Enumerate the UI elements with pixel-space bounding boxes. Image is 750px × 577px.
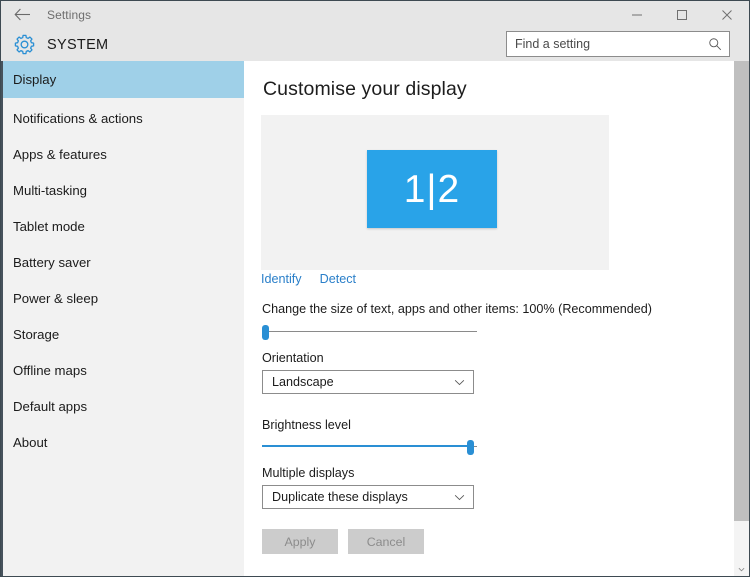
- sidebar: Display Notifications & actions Apps & f…: [1, 61, 244, 577]
- detect-link[interactable]: Detect: [320, 272, 356, 286]
- scale-label: Change the size of text, apps and other …: [262, 302, 652, 316]
- sidebar-item-power-sleep[interactable]: Power & sleep: [3, 280, 244, 316]
- orientation-label: Orientation: [262, 351, 324, 365]
- sidebar-item-default-apps[interactable]: Default apps: [3, 388, 244, 424]
- apply-button[interactable]: Apply: [262, 529, 338, 554]
- sidebar-item-label: Storage: [13, 327, 59, 342]
- sidebar-item-label: Tablet mode: [13, 219, 85, 234]
- vertical-scrollbar[interactable]: [734, 61, 749, 577]
- search-icon[interactable]: [708, 37, 722, 51]
- window-title: Settings: [47, 8, 91, 22]
- sidebar-item-label: Apps & features: [13, 147, 107, 162]
- minimize-icon: [631, 9, 643, 21]
- gear-icon-wrapper: [1, 34, 47, 55]
- sidebar-item-battery-saver[interactable]: Battery saver: [3, 244, 244, 280]
- scale-slider-thumb[interactable]: [262, 325, 269, 340]
- sidebar-item-tablet-mode[interactable]: Tablet mode: [3, 208, 244, 244]
- section-title: SYSTEM: [47, 37, 108, 53]
- brightness-slider-thumb[interactable]: [467, 440, 474, 455]
- sidebar-item-storage[interactable]: Storage: [3, 316, 244, 352]
- maximize-button[interactable]: [659, 1, 704, 28]
- page-header: SYSTEM: [1, 28, 749, 61]
- window-controls: [614, 1, 749, 28]
- sidebar-item-label: Display: [13, 72, 56, 87]
- sidebar-item-label: Multi-tasking: [13, 183, 87, 198]
- content-pane: Customise your display 1|2 Identify Dete…: [244, 61, 749, 577]
- sidebar-item-multi-tasking[interactable]: Multi-tasking: [3, 172, 244, 208]
- identify-link[interactable]: Identify: [261, 272, 302, 286]
- orientation-value: Landscape: [272, 375, 334, 389]
- monitor-tile[interactable]: 1|2: [367, 150, 497, 228]
- maximize-icon: [676, 9, 688, 21]
- gear-icon: [14, 34, 35, 55]
- sidebar-item-offline-maps[interactable]: Offline maps: [3, 352, 244, 388]
- sidebar-item-label: Notifications & actions: [13, 111, 143, 126]
- brightness-slider-fill: [262, 445, 471, 447]
- brightness-slider[interactable]: [262, 438, 477, 456]
- back-button[interactable]: [1, 1, 43, 28]
- scale-slider-track: [262, 331, 477, 332]
- multiple-displays-value: Duplicate these displays: [272, 490, 408, 504]
- minimize-button[interactable]: [614, 1, 659, 28]
- scale-slider[interactable]: [262, 323, 477, 341]
- sidebar-item-label: About: [13, 435, 47, 450]
- sidebar-item-label: Offline maps: [13, 363, 87, 378]
- preview-links: Identify Detect: [261, 272, 356, 286]
- multiple-displays-dropdown[interactable]: Duplicate these displays: [262, 485, 474, 509]
- sidebar-item-apps-features[interactable]: Apps & features: [3, 136, 244, 172]
- sidebar-item-about[interactable]: About: [3, 424, 244, 460]
- sidebar-item-notifications-actions[interactable]: Notifications & actions: [3, 100, 244, 136]
- sidebar-item-label: Battery saver: [13, 255, 91, 270]
- close-button[interactable]: [704, 1, 749, 28]
- multiple-displays-label: Multiple displays: [262, 466, 354, 480]
- cancel-button[interactable]: Cancel: [348, 529, 424, 554]
- monitor-number-label: 1|2: [404, 170, 461, 209]
- title-bar: Settings: [1, 1, 749, 28]
- scrollbar-thumb[interactable]: [734, 61, 749, 521]
- chevron-down-icon: [454, 494, 465, 501]
- settings-window: Settings: [0, 0, 750, 577]
- sidebar-item-display[interactable]: Display: [3, 61, 244, 98]
- close-icon: [721, 9, 733, 21]
- search-box[interactable]: [506, 31, 730, 57]
- orientation-dropdown[interactable]: Landscape: [262, 370, 474, 394]
- chevron-down-icon: [454, 379, 465, 386]
- scroll-down-arrow[interactable]: [734, 562, 749, 577]
- display-preview[interactable]: 1|2: [261, 115, 609, 270]
- sidebar-item-label: Power & sleep: [13, 291, 98, 306]
- brightness-label: Brightness level: [262, 418, 351, 432]
- page-title: Customise your display: [263, 78, 467, 101]
- arrow-left-icon: [14, 8, 31, 21]
- search-input[interactable]: [515, 37, 695, 51]
- sidebar-item-label: Default apps: [13, 399, 87, 414]
